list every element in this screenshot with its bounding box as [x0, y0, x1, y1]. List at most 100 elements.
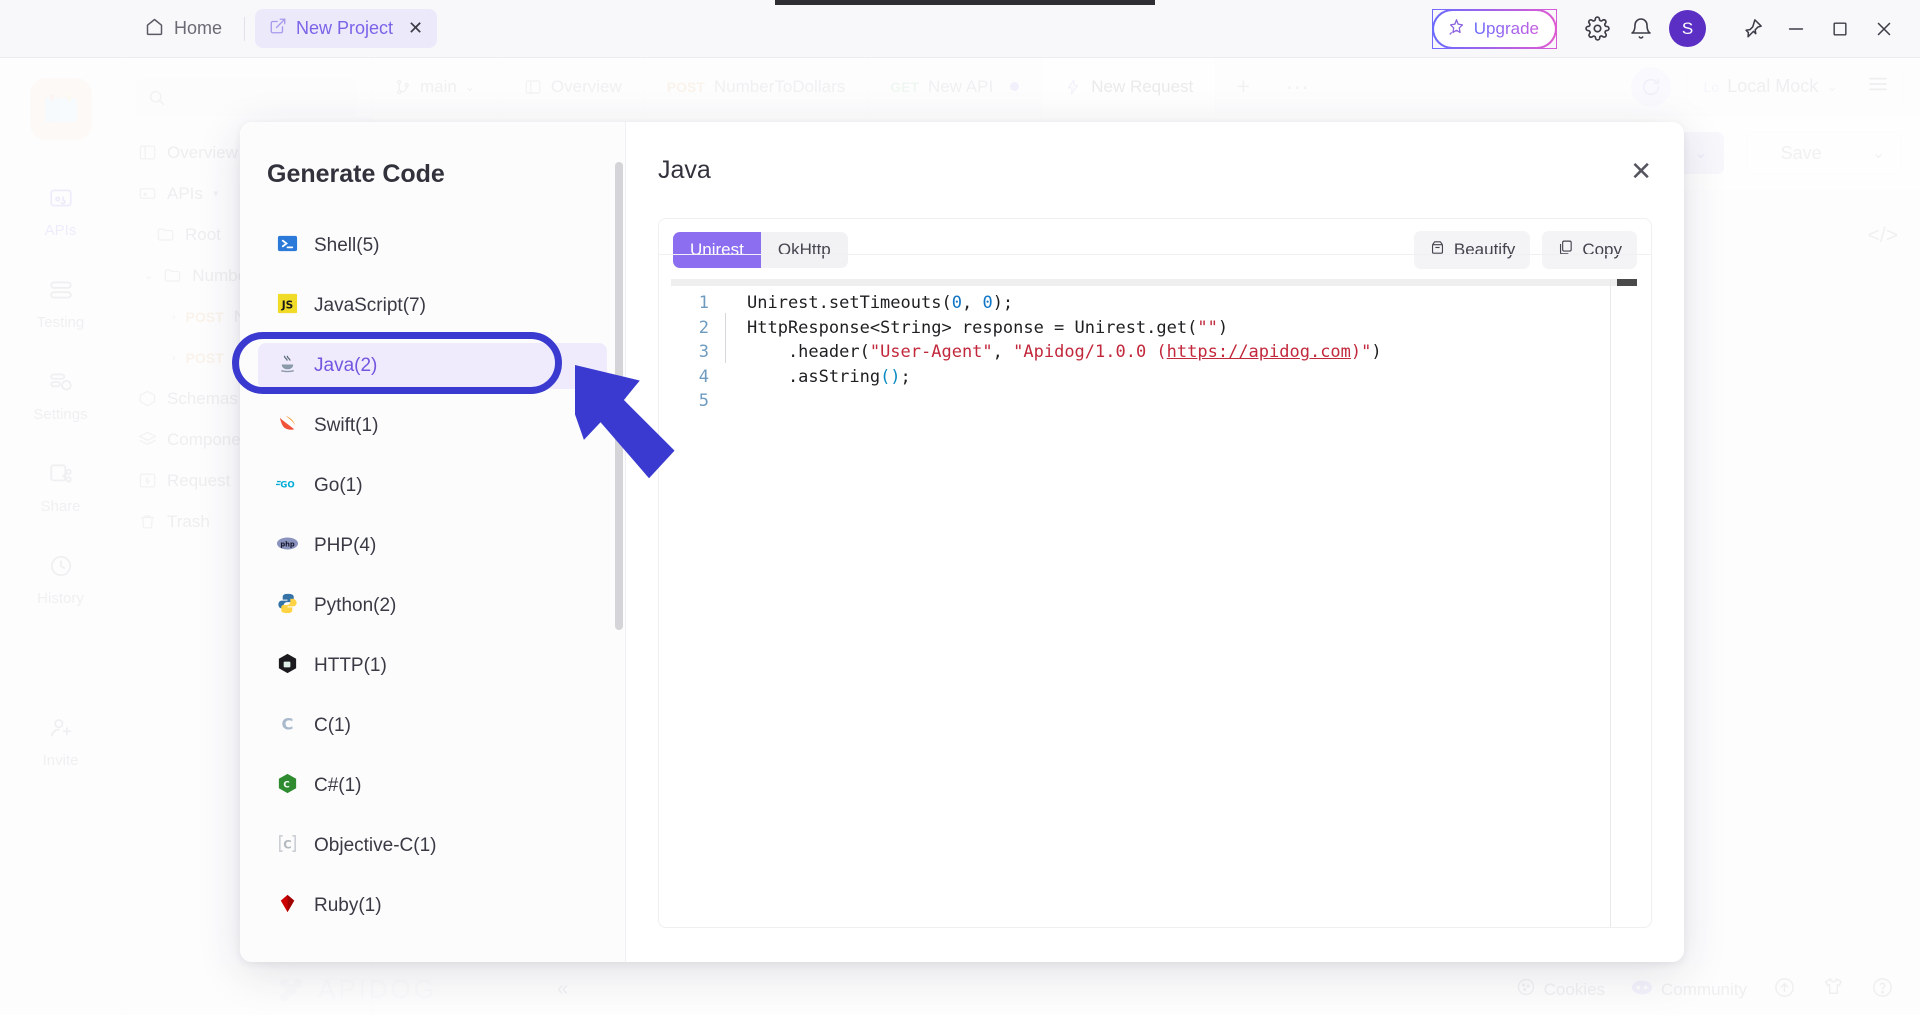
swift-icon [276, 412, 299, 440]
line-number: 4 [698, 366, 709, 387]
language-label: PHP(4) [314, 535, 377, 556]
editor-divider [659, 254, 1651, 255]
javascript-icon: JS [276, 292, 299, 320]
go-icon: GO [276, 472, 299, 500]
language-label: Objective-C(1) [314, 835, 437, 856]
svg-text:C: C [283, 780, 289, 790]
line-number: 3 [698, 342, 709, 362]
language-list: Shell(5) JS JavaScript(7) Java(2) Swift(… [240, 223, 625, 949]
svg-text:php: php [280, 540, 295, 548]
title-bar: Home New Project ✕ Upgrade S [0, 0, 1920, 58]
language-item-go[interactable]: GO Go(1) [258, 463, 607, 509]
code-scroll-area[interactable]: 1 Unirest.setTimeouts(0, 0); 2 HttpRespo… [659, 279, 1651, 927]
csharp-icon: C [276, 772, 299, 800]
language-label: Java(2) [314, 355, 378, 376]
indent-guide [725, 313, 726, 363]
minimize-button[interactable] [1774, 7, 1818, 51]
project-tab[interactable]: New Project ✕ [255, 9, 438, 48]
code-line: 2 HttpResponse<String> response = Unires… [659, 316, 1651, 341]
language-item-php[interactable]: php PHP(4) [258, 523, 607, 569]
maximize-button[interactable] [1818, 7, 1862, 51]
language-item-java[interactable]: Java(2) [258, 343, 607, 389]
language-item-swift[interactable]: Swift(1) [258, 403, 607, 449]
beautify-label: Beautify [1453, 240, 1516, 259]
code-horizontal-scrollbar-thumb[interactable] [1617, 279, 1637, 286]
beautify-button[interactable]: Beautify [1413, 231, 1531, 269]
titlebar-actions: Upgrade S [1431, 7, 1920, 51]
copy-button[interactable]: Copy [1542, 231, 1637, 269]
code-line: 1 Unirest.setTimeouts(0, 0); [659, 291, 1651, 316]
tab-okhttp[interactable]: OkHttp [761, 232, 848, 268]
language-panel: Generate Code Shell(5) JS JavaScript(7) [240, 122, 626, 962]
language-item-objectivec[interactable]: C Objective-C(1) [258, 823, 607, 869]
language-item-python[interactable]: Python(2) [258, 583, 607, 629]
svg-text:C: C [283, 837, 291, 851]
code-panel: Java ✕ Unirest OkHttp Beautify Copy 1 Un… [626, 122, 1684, 962]
code-block: 1 Unirest.setTimeouts(0, 0); 2 HttpRespo… [659, 279, 1651, 414]
language-item-c[interactable]: C C(1) [258, 703, 607, 749]
language-label: JavaScript(7) [314, 295, 426, 316]
language-label: Python(2) [314, 595, 397, 616]
line-text: HttpResponse<String> response = Unirest.… [747, 317, 1229, 338]
settings-button[interactable] [1575, 7, 1619, 51]
language-label: Shell(5) [314, 235, 380, 256]
titlebar-divider [244, 16, 246, 41]
language-item-http[interactable]: HTTP(1) [258, 643, 607, 689]
close-window-button[interactable] [1862, 7, 1906, 51]
user-avatar[interactable]: S [1669, 10, 1706, 47]
ruby-icon [276, 892, 299, 920]
line-number: 5 [698, 391, 709, 411]
pin-button[interactable] [1730, 7, 1774, 51]
python-icon [276, 592, 299, 620]
code-editor-card: Unirest OkHttp Beautify Copy 1 Unirest.s… [658, 218, 1652, 928]
code-panel-title: Java [658, 156, 711, 184]
tab-unirest[interactable]: Unirest [673, 232, 761, 268]
line-text: Unirest.setTimeouts(0, 0); [747, 293, 1014, 313]
project-tab-label: New Project [296, 18, 394, 38]
svg-text:C: C [282, 714, 294, 733]
code-line: 4 .asString(); [659, 365, 1651, 390]
language-label: HTTP(1) [314, 655, 387, 676]
language-label: C#(1) [314, 775, 362, 796]
upgrade-button[interactable]: Upgrade [1431, 8, 1557, 49]
shell-icon [276, 232, 299, 260]
project-tab-close-icon[interactable]: ✕ [408, 18, 423, 39]
svg-text:GO: GO [280, 480, 294, 490]
close-modal-button[interactable]: ✕ [1630, 158, 1652, 184]
app-window: Home New Project ✕ Upgrade S Generate Co… [0, 0, 1920, 1015]
external-link-icon [269, 17, 287, 40]
language-label: Go(1) [314, 475, 363, 496]
code-right-guide [1610, 279, 1611, 927]
language-list-scrollbar[interactable] [615, 162, 623, 630]
rocket-star-icon [1447, 17, 1466, 41]
svg-text:JS: JS [281, 299, 294, 311]
language-label: Swift(1) [314, 415, 379, 436]
editor-toolbar: Unirest OkHttp Beautify Copy [659, 219, 1651, 281]
objectivec-icon: C [276, 832, 299, 860]
generate-code-modal: Generate Code Shell(5) JS JavaScript(7) [240, 122, 1684, 962]
line-text [725, 389, 747, 414]
http-icon [276, 652, 299, 680]
code-panel-header: Java ✕ [626, 122, 1684, 185]
home-button[interactable]: Home [132, 10, 234, 48]
home-label: Home [174, 18, 223, 38]
line-text: .header("User-Agent", "Apidog/1.0.0 (htt… [747, 342, 1382, 362]
php-icon: php [276, 532, 299, 560]
language-item-javascript[interactable]: JS JavaScript(7) [258, 283, 607, 329]
language-item-ruby[interactable]: Ruby(1) [258, 883, 607, 929]
code-horizontal-scrollbar-track[interactable] [671, 279, 1637, 286]
copy-icon [1557, 239, 1574, 261]
home-icon [144, 16, 165, 42]
language-label: C(1) [314, 715, 351, 736]
line-number: 2 [698, 317, 709, 338]
modal-title: Generate Code [267, 160, 445, 188]
notifications-button[interactable] [1619, 7, 1663, 51]
code-line: 5 [659, 389, 1651, 414]
code-line: 3 .header("User-Agent", "Apidog/1.0.0 (h… [659, 340, 1651, 365]
language-label: Ruby(1) [314, 895, 382, 916]
line-text: .asString(); [747, 366, 911, 387]
language-item-csharp[interactable]: C C#(1) [258, 763, 607, 809]
copy-label: Copy [1582, 240, 1622, 259]
beautify-icon [1429, 239, 1446, 261]
language-item-shell[interactable]: Shell(5) [258, 223, 607, 269]
